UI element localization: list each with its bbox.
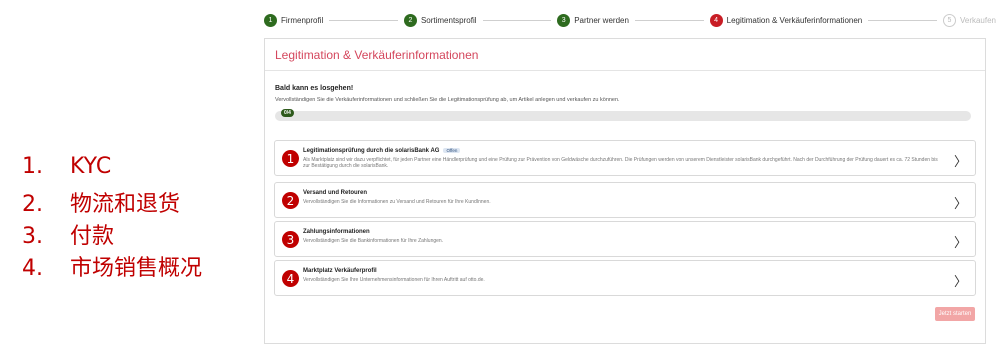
step-number-badge: 3 — [557, 13, 571, 27]
step-number-badge: 1 — [264, 13, 277, 27]
task-number-marker: 1 — [282, 150, 299, 167]
step-connector — [634, 19, 704, 21]
status-badge: Offen — [443, 148, 461, 153]
task-description: Vervollständigen Sie die Bankinformation… — [303, 238, 444, 244]
annotation-item: 1. KYC — [22, 154, 242, 186]
step-connector — [329, 19, 398, 21]
step-legitimation[interactable]: 4 Legitimation & Verkäuferinformationen — [709, 13, 863, 27]
step-number-badge: 2 — [403, 13, 417, 27]
annotation-text: 付款 — [70, 224, 115, 249]
step-label: Partner werden — [574, 15, 629, 25]
task-verkaeuferprofil[interactable]: 4 Marktplatz Verkäuferprofil Vervollstän… — [274, 260, 976, 296]
task-versand-retouren[interactable]: 2 Versand und Retouren Vervollständigen … — [274, 182, 976, 218]
chevron-right-icon[interactable]: 〉 — [954, 151, 967, 170]
annotation-number: 4. — [22, 256, 43, 281]
task-description: Als Marktplatz sind wir dazu verpflichte… — [303, 157, 938, 169]
annotation-number: 3. — [22, 224, 43, 249]
annotation-text: 物流和退货 — [70, 192, 181, 217]
task-description: Vervollständigen Sie die Informationen z… — [303, 199, 491, 205]
annotation-item: 3. 付款 — [22, 218, 242, 250]
start-button[interactable]: Jetzt starten — [935, 307, 975, 321]
task-title: Legitimationsprüfung durch die solarisBa… — [303, 148, 461, 154]
annotation-number: 1. — [22, 154, 43, 179]
annotation-list: 1. KYC 2. 物流和退货 3. 付款 4. 市场销售概况 — [22, 154, 242, 282]
step-partner-werden[interactable]: 3 Partner werden — [557, 13, 629, 27]
onboarding-stepper: 1 Firmenprofil 2 Sortimentsprofil 3 Part… — [264, 8, 996, 32]
panel-title: Legitimation & Verkäuferinformationen — [265, 39, 985, 71]
intro-text: Vervollständigen Sie die Verkäuferinform… — [275, 97, 620, 103]
task-title-text: Legitimationsprüfung durch die solarisBa… — [303, 148, 440, 154]
annotation-number: 2. — [22, 192, 43, 217]
step-label: Sortimentsprofil — [420, 15, 477, 25]
task-title: Zahlungsinformationen — [303, 229, 370, 235]
task-number-marker: 2 — [282, 192, 299, 209]
chevron-right-icon[interactable]: 〉 — [954, 271, 967, 290]
task-legitimation[interactable]: 1 Legitimationsprüfung durch die solaris… — [274, 140, 976, 176]
chevron-right-icon[interactable]: 〉 — [954, 193, 967, 212]
step-verkaufen[interactable]: 5 Verkaufen — [942, 13, 996, 27]
progress-bar: 0/4 — [275, 109, 971, 121]
annotation-item: 2. 物流和退货 — [22, 186, 242, 218]
annotation-text: KYC — [70, 154, 112, 179]
chevron-right-icon[interactable]: 〉 — [954, 232, 967, 251]
task-number-marker: 3 — [282, 231, 299, 248]
progress-label: 0/4 — [281, 109, 294, 117]
task-title: Versand und Retouren — [303, 190, 368, 196]
step-connector — [482, 19, 552, 21]
annotation-text: 市场销售概况 — [70, 256, 203, 281]
step-number-badge: 5 — [942, 13, 956, 27]
step-sortimentsprofil[interactable]: 2 Sortimentsprofil — [403, 13, 477, 27]
step-firmenprofil[interactable]: 1 Firmenprofil — [264, 13, 324, 27]
task-description: Vervollständigen Sie Ihre Unternehmensin… — [303, 277, 485, 283]
step-label: Verkaufen — [959, 15, 996, 25]
annotation-item: 4. 市场销售概况 — [22, 250, 242, 282]
panel-body: Bald kann es losgehen! Vervollständigen … — [265, 71, 985, 121]
step-number-badge: 4 — [709, 13, 723, 27]
step-label: Legitimation & Verkäuferinformationen — [726, 15, 863, 25]
legitimation-panel: Legitimation & Verkäuferinformationen Ba… — [264, 38, 986, 344]
step-connector — [868, 19, 937, 21]
task-zahlungsinformationen[interactable]: 3 Zahlungsinformationen Vervollständigen… — [274, 221, 976, 257]
intro-title: Bald kann es losgehen! — [275, 85, 354, 92]
step-label: Firmenprofil — [281, 15, 324, 25]
task-number-marker: 4 — [282, 270, 299, 287]
task-title: Marktplatz Verkäuferprofil — [303, 268, 377, 274]
